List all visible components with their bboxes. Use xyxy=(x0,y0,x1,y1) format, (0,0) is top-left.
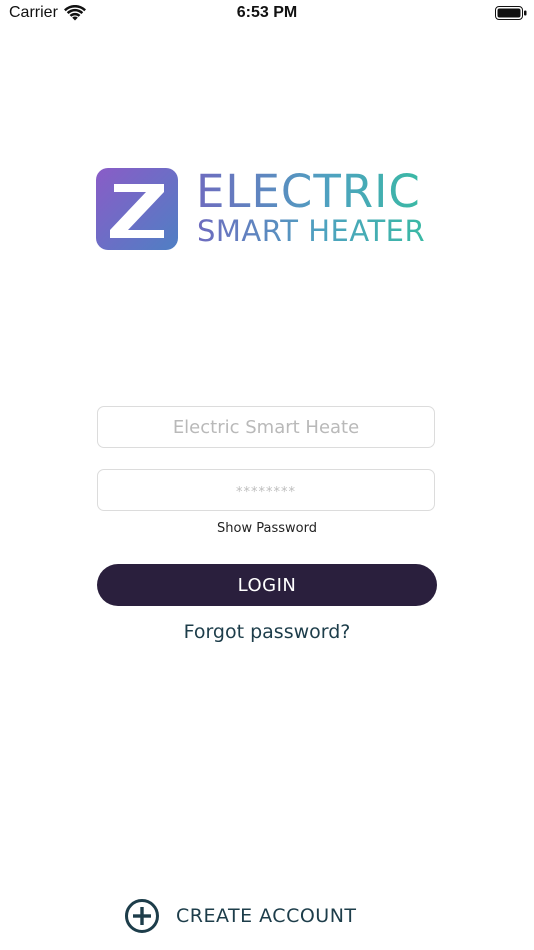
password-input[interactable] xyxy=(98,470,434,510)
login-button[interactable]: LOGIN xyxy=(97,564,437,606)
plus-circle-icon xyxy=(125,899,159,933)
logo-mark-icon xyxy=(96,168,178,250)
password-field-container xyxy=(97,469,435,511)
battery-icon xyxy=(495,6,527,20)
create-account-label: CREATE ACCOUNT xyxy=(176,905,357,927)
logo-subtitle: SMART HEATER xyxy=(197,214,426,248)
logo-title: ELECTRIC xyxy=(196,165,421,218)
app-logo: ELECTRIC SMART HEATER xyxy=(96,166,441,250)
username-field-container xyxy=(97,406,435,448)
status-time: 6:53 PM xyxy=(236,4,298,21)
forgot-password-link[interactable]: Forgot password? xyxy=(0,621,534,643)
status-bar: Carrier 6:53 PM xyxy=(0,0,534,28)
show-password-toggle[interactable]: Show Password xyxy=(0,521,534,536)
username-input[interactable] xyxy=(98,407,434,447)
create-account-button[interactable]: CREATE ACCOUNT xyxy=(124,898,357,934)
